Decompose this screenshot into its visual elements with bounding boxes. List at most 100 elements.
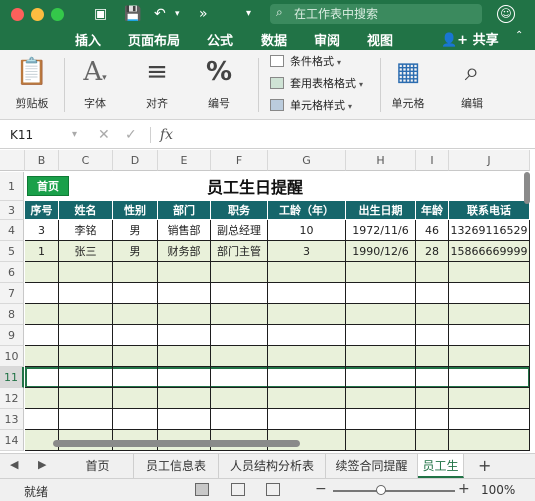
tab-page-layout[interactable]: 页面布局 xyxy=(128,30,180,49)
column-header[interactable]: H xyxy=(346,150,416,171)
table-cell[interactable] xyxy=(113,262,158,283)
table-cell[interactable] xyxy=(25,304,59,325)
table-cell[interactable] xyxy=(416,304,449,325)
table-cell[interactable] xyxy=(346,325,416,346)
table-cell[interactable] xyxy=(449,409,530,430)
close-window-button[interactable] xyxy=(11,8,24,21)
insert-function-icon[interactable]: fx xyxy=(160,125,173,145)
table-cell[interactable]: 13269116529 xyxy=(449,220,530,241)
table-cell[interactable] xyxy=(211,388,268,409)
table-cell[interactable] xyxy=(449,304,530,325)
row-header[interactable]: 9 xyxy=(0,325,24,346)
table-cell[interactable] xyxy=(211,409,268,430)
table-cell[interactable] xyxy=(113,325,158,346)
table-cell[interactable] xyxy=(25,325,59,346)
column-header[interactable]: D xyxy=(113,150,158,171)
table-cell[interactable] xyxy=(268,283,346,304)
clipboard-group[interactable]: 📋 剪贴板 xyxy=(12,54,52,111)
table-cell[interactable]: 张三 xyxy=(59,241,113,262)
row-header[interactable]: 6 xyxy=(0,262,24,283)
table-cell[interactable] xyxy=(346,283,416,304)
editing-group[interactable]: ⌕ 编辑 xyxy=(451,54,493,111)
column-header[interactable]: I xyxy=(416,150,449,171)
column-header[interactable]: E xyxy=(158,150,211,171)
table-cell[interactable] xyxy=(158,346,211,367)
column-header[interactable]: J xyxy=(449,150,530,171)
collapse-ribbon-icon[interactable]: ⌃ xyxy=(515,30,523,41)
table-cell[interactable] xyxy=(59,409,113,430)
table-cell[interactable]: 部门主管 xyxy=(211,241,268,262)
maximize-window-button[interactable] xyxy=(51,8,64,21)
table-cell[interactable] xyxy=(211,262,268,283)
table-cell[interactable]: 28 xyxy=(416,241,449,262)
table-cell[interactable] xyxy=(158,304,211,325)
next-sheet-icon[interactable]: ▶ xyxy=(38,458,46,471)
table-cell[interactable] xyxy=(449,367,530,388)
table-cell[interactable]: 1 xyxy=(25,241,59,262)
column-header[interactable]: F xyxy=(211,150,268,171)
add-sheet-button[interactable]: + xyxy=(478,456,491,475)
table-cell[interactable] xyxy=(268,304,346,325)
row-header[interactable]: 7 xyxy=(0,283,24,304)
share-button[interactable]: 👤+ 共享 xyxy=(441,29,499,48)
table-cell[interactable] xyxy=(416,430,449,451)
table-cell[interactable] xyxy=(449,283,530,304)
sheet-search[interactable]: ⌕ xyxy=(270,4,482,24)
row-header[interactable]: 5 xyxy=(0,241,24,262)
row-header[interactable]: 10 xyxy=(0,346,24,367)
normal-view-icon[interactable] xyxy=(195,483,209,496)
table-cell[interactable]: 财务部 xyxy=(158,241,211,262)
save-icon[interactable]: 💾 xyxy=(124,4,141,24)
table-cell[interactable] xyxy=(268,325,346,346)
table-cell[interactable] xyxy=(113,388,158,409)
table-cell[interactable] xyxy=(25,409,59,430)
table-cell[interactable] xyxy=(211,283,268,304)
table-cell[interactable] xyxy=(59,388,113,409)
sheet-tab[interactable]: 续签合同提醒 xyxy=(326,454,418,478)
row-header[interactable]: 3 xyxy=(0,201,24,220)
tab-review[interactable]: 审阅 xyxy=(314,30,340,49)
table-cell[interactable] xyxy=(346,367,416,388)
vertical-scrollbar[interactable] xyxy=(524,172,530,204)
column-header[interactable]: B xyxy=(25,150,59,171)
row-header[interactable]: 1 xyxy=(0,172,24,201)
tab-formulas[interactable]: 公式 xyxy=(207,30,233,49)
table-cell[interactable] xyxy=(449,325,530,346)
search-input[interactable] xyxy=(294,6,474,22)
alignment-group[interactable]: ≡ 对齐 xyxy=(136,54,178,111)
zoom-slider[interactable] xyxy=(333,490,455,492)
table-cell[interactable] xyxy=(211,304,268,325)
table-cell[interactable]: 1972/11/6 xyxy=(346,220,416,241)
formula-input[interactable] xyxy=(186,125,516,145)
enter-check-icon[interactable]: ✓ xyxy=(125,125,137,145)
page-layout-view-icon[interactable] xyxy=(231,483,245,496)
row-header[interactable]: 8 xyxy=(0,304,24,325)
zoom-in-button[interactable]: + xyxy=(458,481,470,497)
table-cell[interactable] xyxy=(158,367,211,388)
table-cell[interactable] xyxy=(25,283,59,304)
table-cell[interactable] xyxy=(449,262,530,283)
more-commands-icon[interactable]: » xyxy=(199,4,208,24)
table-cell[interactable] xyxy=(449,388,530,409)
conditional-format-button[interactable]: 条件格式 ▾ xyxy=(270,52,341,72)
table-cell[interactable] xyxy=(158,409,211,430)
table-cell[interactable] xyxy=(449,346,530,367)
column-header[interactable]: C xyxy=(59,150,113,171)
table-cell[interactable] xyxy=(59,262,113,283)
cell-styles-button[interactable]: 单元格样式 ▾ xyxy=(270,96,352,116)
tab-insert[interactable]: 插入 xyxy=(75,30,101,49)
table-cell[interactable] xyxy=(158,283,211,304)
name-box-dropdown-icon[interactable]: ▾ xyxy=(72,125,77,145)
row-header[interactable]: 14 xyxy=(0,430,24,451)
undo-dropdown-icon[interactable]: ▾ xyxy=(175,4,180,24)
undo-icon[interactable]: ↶ xyxy=(154,4,166,24)
table-cell[interactable] xyxy=(346,430,416,451)
table-cell[interactable] xyxy=(268,346,346,367)
table-cell[interactable] xyxy=(59,304,113,325)
table-cell[interactable] xyxy=(416,325,449,346)
tab-view[interactable]: 视图 xyxy=(367,30,393,49)
customize-qat-icon[interactable]: ▾ xyxy=(246,4,251,24)
row-header[interactable]: 4 xyxy=(0,220,24,241)
table-cell[interactable] xyxy=(268,388,346,409)
table-cell[interactable] xyxy=(59,283,113,304)
